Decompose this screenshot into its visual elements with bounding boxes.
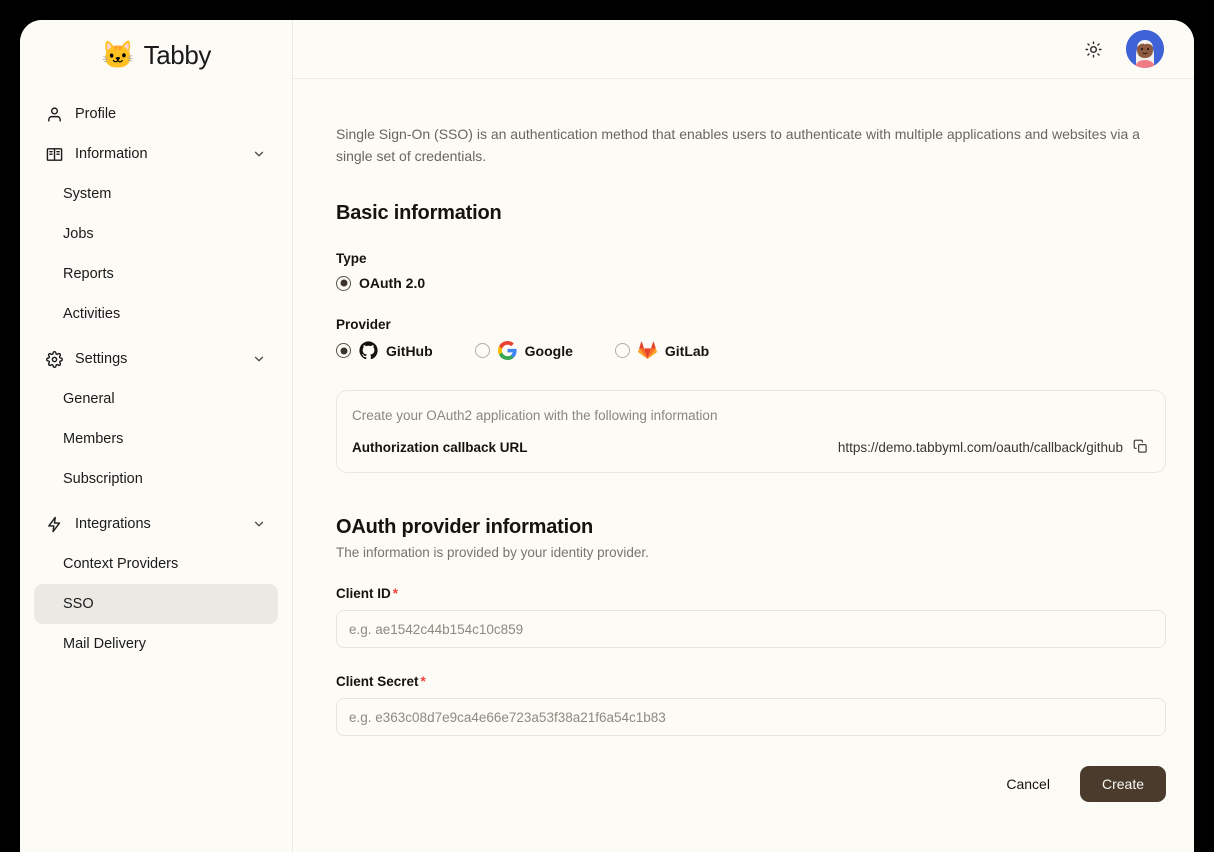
- client-id-label: Client ID *: [336, 586, 1166, 601]
- gear-icon: [46, 350, 63, 368]
- content-scroll: Single Sign-On (SSO) is an authenticatio…: [293, 79, 1194, 852]
- create-button[interactable]: Create: [1079, 766, 1166, 803]
- type-radio-group: OAuth 2.0: [336, 275, 1166, 291]
- user-icon: [46, 106, 63, 123]
- sidebar-item-information[interactable]: Information: [34, 134, 278, 174]
- required-marker: *: [420, 674, 426, 690]
- bolt-icon: [46, 516, 63, 533]
- cancel-button[interactable]: Cancel: [994, 767, 1062, 801]
- sidebar-item-label: Profile: [75, 106, 117, 122]
- callback-url-value-wrap: https://demo.tabbyml.com/oauth/callback/…: [838, 439, 1150, 456]
- sidebar-item-context-providers[interactable]: Context Providers: [34, 544, 278, 584]
- chevron-down-icon: [252, 352, 266, 366]
- client-secret-input[interactable]: [336, 698, 1166, 737]
- brand-name: Tabby: [143, 39, 212, 70]
- sidebar-item-subscription[interactable]: Subscription: [34, 459, 278, 499]
- oauth-provider-information-subtitle: The information is provided by your iden…: [336, 545, 649, 561]
- callback-url-card: Create your OAuth2 application with the …: [336, 390, 1166, 474]
- sidebar-item-system[interactable]: System: [34, 174, 278, 214]
- sidebar-item-label: Activities: [63, 306, 121, 322]
- cat-logo-icon: 🐱: [100, 39, 135, 70]
- callback-card-hint: Create your OAuth2 application with the …: [352, 408, 718, 424]
- content-inner: Single Sign-On (SSO) is an authenticatio…: [336, 123, 1166, 803]
- radio-option-google[interactable]: Google: [474, 341, 573, 361]
- sun-icon[interactable]: [1080, 36, 1106, 62]
- radio-option-github[interactable]: GitHub: [336, 341, 433, 360]
- sidebar-item-settings[interactable]: Settings: [34, 339, 278, 379]
- sidebar-item-label: Context Providers: [63, 556, 179, 572]
- oauth-provider-information-heading: OAuth provider information: [336, 516, 594, 539]
- sidebar-item-integrations[interactable]: Integrations: [34, 504, 278, 544]
- app-window: 🐱 Tabby Profile Information System Jobs …: [20, 20, 1194, 852]
- google-logo-icon: [497, 341, 517, 361]
- sidebar-item-general[interactable]: General: [34, 379, 278, 419]
- github-logo-icon: [359, 341, 378, 360]
- radio-label: GitLab: [664, 342, 710, 359]
- type-label: Type: [336, 251, 367, 267]
- sidebar-item-members[interactable]: Members: [34, 419, 278, 459]
- sidebar-item-reports[interactable]: Reports: [34, 254, 278, 294]
- sidebar: 🐱 Tabby Profile Information System Jobs …: [20, 20, 293, 852]
- main-area: Single Sign-On (SSO) is an authenticatio…: [293, 20, 1194, 852]
- sidebar-item-jobs[interactable]: Jobs: [34, 214, 278, 254]
- sso-intro-text: Single Sign-On (SSO) is an authenticatio…: [336, 126, 1140, 165]
- radio-indicator[interactable]: [474, 343, 490, 359]
- radio-indicator[interactable]: [336, 275, 351, 291]
- basic-information-heading: Basic information: [336, 202, 502, 225]
- topbar: [293, 20, 1194, 79]
- sidebar-item-label: Subscription: [63, 471, 143, 487]
- sidebar-item-label: Mail Delivery: [63, 636, 146, 652]
- gitlab-logo-icon: [637, 341, 657, 360]
- radio-label: GitHub: [386, 342, 433, 359]
- callback-url-value: https://demo.tabbyml.com/oauth/callback/…: [837, 440, 1123, 456]
- avatar[interactable]: [1126, 30, 1164, 68]
- sidebar-item-activities[interactable]: Activities: [34, 294, 278, 334]
- chevron-down-icon: [252, 517, 266, 531]
- form-actions: Cancel Create: [336, 766, 1166, 803]
- sidebar-item-label: General: [63, 391, 115, 407]
- callback-url-row: Authorization callback URL https://demo.…: [352, 439, 1150, 456]
- sidebar-item-label: Members: [63, 431, 124, 447]
- client-id-input[interactable]: [336, 610, 1166, 649]
- provider-radio-group: GitHub Google GitLab: [336, 341, 1166, 361]
- sidebar-item-label: SSO: [63, 596, 94, 612]
- required-marker: *: [392, 586, 399, 602]
- client-secret-label-text: Client Secret: [336, 674, 419, 690]
- client-id-label-text: Client ID: [336, 586, 391, 602]
- radio-indicator[interactable]: [614, 343, 630, 359]
- sidebar-item-profile[interactable]: Profile: [34, 94, 278, 134]
- copy-icon[interactable]: [1133, 439, 1150, 456]
- client-secret-label: Client Secret *: [336, 674, 1166, 689]
- sidebar-item-label: Integrations: [75, 516, 151, 532]
- brand[interactable]: 🐱 Tabby: [20, 20, 292, 80]
- radio-label: Google: [524, 342, 573, 359]
- sidebar-item-label: System: [63, 186, 112, 202]
- callback-url-label: Authorization callback URL: [352, 440, 528, 456]
- sidebar-item-label: Settings: [75, 351, 128, 367]
- sidebar-nav: Profile Information System Jobs Reports …: [20, 80, 292, 664]
- radio-option-oauth2[interactable]: OAuth 2.0: [336, 275, 425, 291]
- sidebar-item-label: Jobs: [63, 226, 94, 242]
- provider-label: Provider: [336, 317, 391, 333]
- radio-label: OAuth 2.0: [359, 275, 426, 292]
- book-icon: [46, 146, 63, 163]
- chevron-down-icon: [252, 147, 266, 161]
- radio-indicator[interactable]: [336, 343, 351, 359]
- sidebar-item-sso[interactable]: SSO: [34, 584, 278, 624]
- sidebar-item-mail-delivery[interactable]: Mail Delivery: [34, 624, 278, 664]
- sidebar-item-label: Information: [75, 146, 148, 162]
- sidebar-item-label: Reports: [63, 266, 114, 282]
- radio-option-gitlab[interactable]: GitLab: [614, 341, 710, 360]
